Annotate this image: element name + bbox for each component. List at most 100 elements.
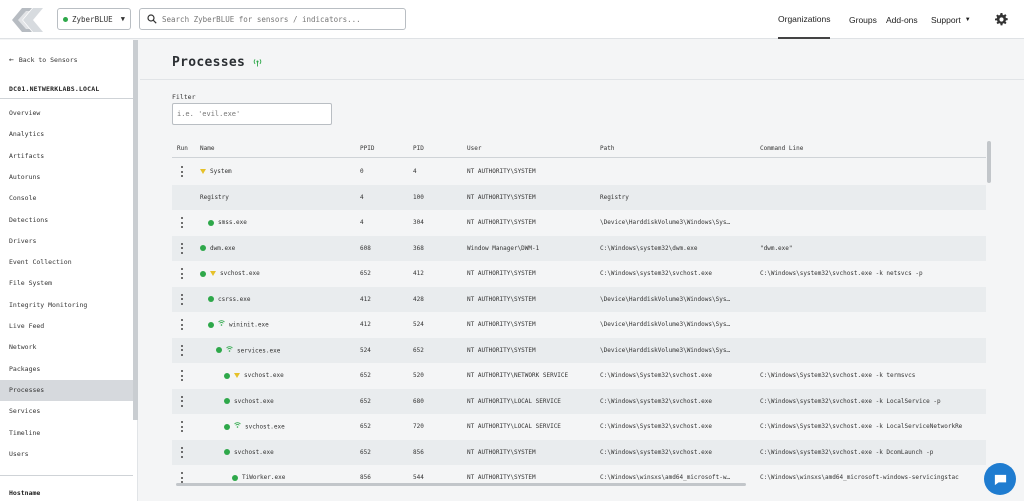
table-horizontal-scrollbar[interactable] xyxy=(176,483,746,486)
run-menu-icon[interactable] xyxy=(180,319,183,330)
run-menu-icon[interactable] xyxy=(180,217,183,228)
pid-cell: 520 xyxy=(413,372,424,379)
table-row[interactable]: csrss.exe 412 428 NT AUTHORITY\SYSTEM \Devic… xyxy=(172,286,986,312)
run-menu-icon[interactable] xyxy=(180,446,183,458)
sidebar-item-processes[interactable]: Processes xyxy=(0,379,133,401)
sidebar-item-analytics[interactable]: Analytics xyxy=(0,124,133,145)
sidebar-item-network[interactable]: Network xyxy=(0,337,133,358)
path-cell: C:\Windows\system32\svchost.exe xyxy=(600,397,712,405)
status-ok-icon xyxy=(216,347,222,354)
sidebar-item-artifacts[interactable]: Artifacts xyxy=(0,146,133,167)
search-input[interactable] xyxy=(162,14,392,24)
sidebar-item-drivers[interactable]: Drivers xyxy=(0,231,133,252)
column-header-name[interactable]: Name xyxy=(200,145,214,152)
run-menu-icon[interactable] xyxy=(180,166,183,177)
command-line-cell xyxy=(760,338,986,364)
process-name: wininit.exe xyxy=(229,321,269,329)
table-row[interactable]: svchost.exe 652 520 NT AUTHORITY\NETWORK SE… xyxy=(172,363,986,389)
user-cell: NT AUTHORITY\LOCAL SERVICE xyxy=(467,397,561,405)
table-row[interactable]: services.exe 524 652 NT AUTHORITY\SYSTEM \De… xyxy=(172,337,986,364)
sidebar-item-users[interactable]: Users xyxy=(0,444,133,465)
chat-button[interactable] xyxy=(984,463,1016,495)
path-cell: Registry xyxy=(600,193,629,201)
sidebar-item-services[interactable]: Services xyxy=(0,401,133,422)
sidebar-item-console[interactable]: Console xyxy=(0,188,133,209)
back-to-sensors-label: Back to Sensors xyxy=(18,55,78,64)
column-header-pid[interactable]: PID xyxy=(413,145,424,152)
nav-organizations[interactable]: Organizations xyxy=(778,0,831,39)
user-cell: NT AUTHORITY\SYSTEM xyxy=(467,346,536,354)
live-signal-icon xyxy=(253,59,262,67)
run-menu-icon[interactable] xyxy=(180,344,183,356)
table-row[interactable]: dwm.exe 608 368 Window Manager\DWM-1 C:\Wind… xyxy=(172,235,986,261)
sidebar-item-live-feed[interactable]: Live Feed xyxy=(0,316,133,337)
chevron-down-icon: ▼ xyxy=(964,16,971,23)
filter-input[interactable] xyxy=(172,103,332,125)
pid-cell: 720 xyxy=(413,423,424,430)
run-menu-icon[interactable] xyxy=(180,370,183,381)
pid-cell: 368 xyxy=(413,244,424,252)
table-row[interactable]: Registry 4 100 NT AUTHORITY\SYSTEM Registry xyxy=(172,184,986,210)
run-menu-icon[interactable] xyxy=(180,293,183,305)
column-header-run[interactable]: Run xyxy=(177,145,188,152)
ppid-cell: 412 xyxy=(360,295,371,303)
nav-support[interactable]: Support ▼ xyxy=(931,0,971,39)
chat-bubble-icon xyxy=(994,474,1006,485)
run-menu-icon[interactable] xyxy=(180,242,183,254)
sidebar-item-autoruns[interactable]: Autoruns xyxy=(0,167,133,188)
sidebar-item-detections[interactable]: Detections xyxy=(0,210,133,231)
sidebar: ← Back to Sensors DC01.NETWERKLABS.LOCAL… xyxy=(0,40,138,501)
app-logo[interactable] xyxy=(8,5,48,35)
column-header-user[interactable]: User xyxy=(467,145,481,152)
sidebar-item-integrity-monitoring[interactable]: Integrity Monitoring xyxy=(0,295,133,316)
nav-addons[interactable]: Add-ons xyxy=(886,0,918,39)
sidebar-item-file-system[interactable]: File System xyxy=(0,273,133,294)
divider xyxy=(0,475,133,476)
table-row[interactable]: svchost.exe 652 720 NT AUTHORITY\LOCAL SERV… xyxy=(172,414,986,440)
sidebar-item-packages[interactable]: Packages xyxy=(0,359,133,380)
network-icon xyxy=(226,338,233,364)
run-menu-icon[interactable] xyxy=(180,421,183,432)
process-name-cell: wininit.exe xyxy=(208,312,355,338)
column-header-command-line[interactable]: Command Line xyxy=(760,145,803,152)
path-cell xyxy=(600,159,755,185)
sidebar-scrollbar[interactable] xyxy=(133,40,138,420)
org-selector[interactable]: ZyberBLUE ▼ xyxy=(57,8,131,30)
table-row[interactable]: System 0 4 NT AUTHORITY\SYSTEM xyxy=(172,159,986,185)
pid-cell: 680 xyxy=(413,397,424,405)
table-vertical-scrollbar[interactable] xyxy=(987,141,991,183)
processes-table: Run Name PPID PID User Path Command Line… xyxy=(172,140,986,485)
search-box[interactable] xyxy=(139,8,406,30)
run-menu-icon[interactable] xyxy=(180,472,183,483)
gear-icon[interactable] xyxy=(995,13,1008,26)
divider xyxy=(140,79,1024,80)
table-row[interactable]: wininit.exe 412 524 NT AUTHORITY\SYSTEM \Dev… xyxy=(172,312,986,338)
column-header-path[interactable]: Path xyxy=(600,145,614,152)
user-cell: NT AUTHORITY\SYSTEM xyxy=(467,321,536,328)
ppid-cell: 652 xyxy=(360,372,371,379)
sidebar-item-overview[interactable]: Overview xyxy=(0,103,133,124)
nav-support-label: Support xyxy=(931,14,961,25)
run-menu-icon[interactable] xyxy=(180,395,183,407)
sidebar-item-timeline[interactable]: Timeline xyxy=(0,423,133,444)
process-name: dwm.exe xyxy=(210,244,236,252)
arrow-left-icon: ← xyxy=(9,55,14,64)
process-name: svchost.exe xyxy=(244,372,284,379)
table-row[interactable]: svchost.exe 652 412 NT AUTHORITY\SYSTEM C:\W… xyxy=(172,261,986,287)
process-name: Registry xyxy=(200,193,229,201)
table-row[interactable]: svchost.exe 652 856 NT AUTHORITY\SYSTEM C:\W… xyxy=(172,439,986,466)
path-cell: C:\Windows\System32\svchost.exe xyxy=(600,372,712,379)
table-row[interactable]: smss.exe 4 304 NT AUTHORITY\SYSTEM \Device\H… xyxy=(172,210,986,236)
status-ok-icon xyxy=(200,270,206,277)
sidebar-item-event-collection[interactable]: Event Collection xyxy=(0,252,133,273)
nav-groups[interactable]: Groups xyxy=(849,0,877,39)
column-header-ppid[interactable]: PPID xyxy=(360,145,374,152)
status-dot-icon xyxy=(63,16,68,22)
table-row[interactable]: TiWorker.exe 856 544 NT AUTHORITY\SYSTEM C:\… xyxy=(172,465,986,485)
process-name-cell: svchost.exe xyxy=(224,440,355,466)
back-to-sensors-link[interactable]: ← Back to Sensors xyxy=(9,55,78,64)
table-row[interactable]: svchost.exe 652 680 NT AUTHORITY\LOCAL SERV… xyxy=(172,388,986,414)
nav-groups-label: Groups xyxy=(849,14,877,25)
run-menu-icon[interactable] xyxy=(180,268,183,279)
status-ok-icon xyxy=(208,321,214,328)
